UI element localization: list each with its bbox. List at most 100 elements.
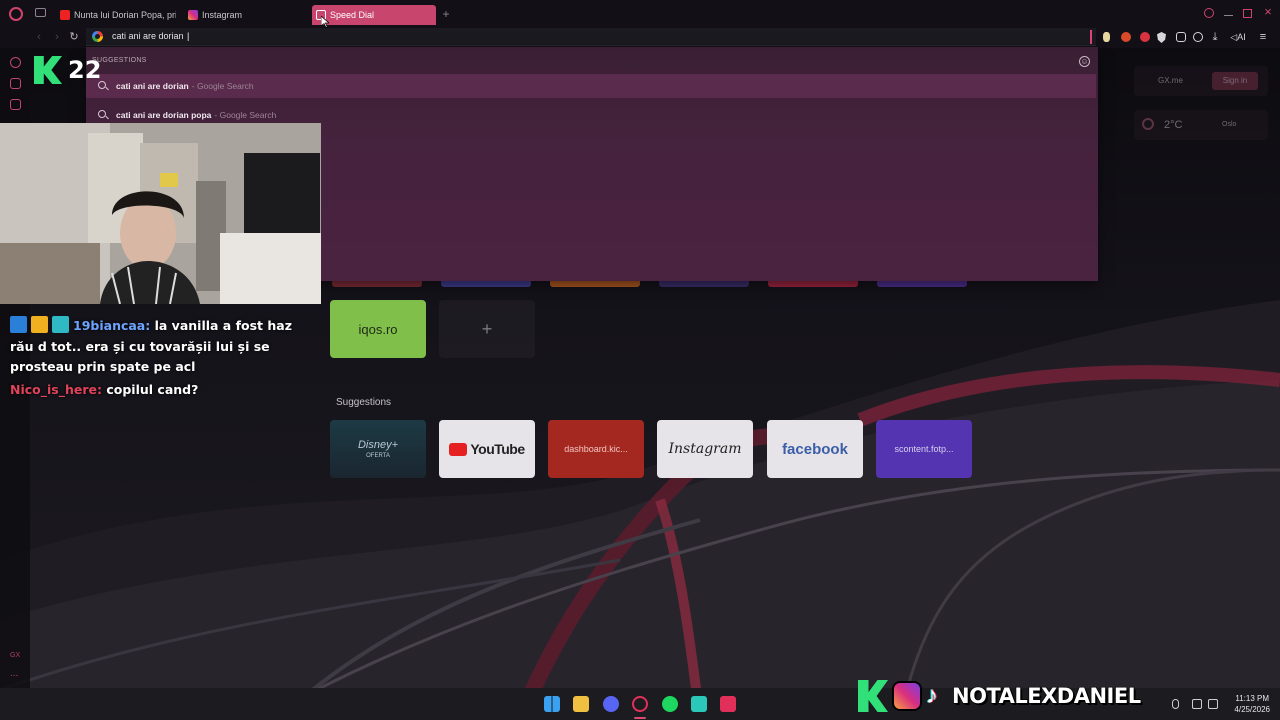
extension-icon[interactable] bbox=[1176, 32, 1186, 42]
speed-dial-tile-iqos[interactable]: iqos.ro bbox=[330, 300, 426, 358]
tile-label: YouTube bbox=[470, 441, 525, 457]
discord-icon[interactable] bbox=[603, 696, 619, 712]
network-icon[interactable] bbox=[1192, 699, 1202, 709]
chat-username: 19biancaa: bbox=[73, 318, 151, 333]
crown-badge-icon bbox=[31, 316, 48, 333]
sidebar-more-button[interactable]: ... bbox=[10, 668, 18, 679]
sidebar-twitch-icon[interactable] bbox=[10, 99, 21, 110]
tab-speed-dial[interactable]: Speed Dial bbox=[312, 5, 436, 25]
city: Oslo bbox=[1222, 121, 1237, 128]
speed-dial-tile[interactable] bbox=[659, 281, 749, 287]
windows-start-icon[interactable] bbox=[544, 696, 560, 712]
youtube-icon bbox=[60, 10, 70, 20]
new-tab-button[interactable]: + bbox=[440, 7, 452, 21]
temperature: 2°C bbox=[1164, 119, 1183, 131]
speed-dial-tile[interactable] bbox=[441, 281, 531, 287]
suggested-tile-facebook[interactable]: facebook bbox=[767, 420, 863, 478]
volume-icon[interactable] bbox=[1208, 699, 1218, 709]
speed-dial-tile[interactable] bbox=[332, 281, 422, 287]
extension-icon[interactable] bbox=[1121, 32, 1131, 42]
tile-label: facebook bbox=[782, 440, 848, 458]
suggested-tile-disney[interactable]: Disney+ OFERTA bbox=[330, 420, 426, 478]
suggested-tile-instagram[interactable]: Instagram bbox=[657, 420, 753, 478]
suggestion-query: cati ani are dorian popa bbox=[116, 110, 212, 120]
youtube-icon bbox=[449, 442, 468, 456]
menu-icon[interactable]: ≡ bbox=[1258, 30, 1268, 44]
extension-icon[interactable] bbox=[1103, 32, 1110, 42]
tiktok-icon: ♪ bbox=[926, 682, 938, 709]
system-clock[interactable]: 11:13 PM 4/25/2026 bbox=[1234, 693, 1270, 715]
gx-me-label[interactable]: GX.me bbox=[1158, 76, 1183, 85]
sidebar-gx-label[interactable]: GX bbox=[10, 652, 20, 659]
sidebar-control-icon[interactable] bbox=[10, 57, 21, 68]
instagram-icon bbox=[188, 10, 198, 20]
suggestion-item[interactable]: cati ani are dorian - Google Search bbox=[86, 74, 1096, 98]
screen: Nunta lui Dorian Popa, pri Instagram Spe… bbox=[0, 0, 1280, 720]
microphone-icon[interactable] bbox=[1172, 699, 1179, 709]
suggestion-query: cati ani are dorian bbox=[116, 81, 189, 91]
tab-title: Instagram bbox=[202, 10, 243, 20]
stream-chat: 19biancaa: la vanilla a fost haz rău d t… bbox=[10, 316, 315, 400]
stream-logo: 22 bbox=[34, 56, 101, 84]
search-tabs-icon[interactable] bbox=[1204, 8, 1214, 18]
suggestion-source: - Google Search bbox=[214, 110, 277, 120]
tile-label: iqos.ro bbox=[358, 321, 398, 337]
speed-dial-tile[interactable] bbox=[550, 281, 640, 287]
chat-text: copilul cand? bbox=[106, 381, 199, 397]
emoji-icon[interactable]: ☺ bbox=[1079, 56, 1090, 67]
close-icon[interactable]: × bbox=[1262, 5, 1274, 19]
tab-title: Nunta lui Dorian Popa, pri bbox=[74, 10, 176, 20]
webcam-image bbox=[0, 123, 321, 304]
tab-title: Speed Dial bbox=[330, 10, 375, 20]
sidebar-store-icon[interactable] bbox=[10, 78, 21, 89]
gx-account-widget: GX.me Sign in bbox=[1134, 66, 1268, 96]
tab-instagram[interactable]: Instagram bbox=[184, 5, 304, 25]
subscriber-badge-icon bbox=[52, 316, 69, 333]
speed-dial-tile[interactable] bbox=[768, 281, 858, 287]
speed-dial-tile[interactable] bbox=[877, 281, 967, 287]
reload-icon[interactable]: ↻ bbox=[68, 30, 80, 44]
chat-username: Nico_is_here: bbox=[10, 381, 102, 397]
back-icon[interactable]: ‹ bbox=[34, 30, 44, 44]
opera-gx-icon[interactable] bbox=[632, 696, 648, 712]
tile-label: Instagram bbox=[668, 441, 742, 457]
suggested-tile-dashboard[interactable]: dashboard.kic... bbox=[548, 420, 644, 478]
tile-sublabel: OFERTA bbox=[366, 453, 390, 459]
suggested-tile-scontent[interactable]: scontent.fotp... bbox=[876, 420, 972, 478]
file-explorer-icon[interactable] bbox=[573, 696, 589, 712]
address-input[interactable]: cati ani are dorian bbox=[112, 31, 189, 41]
add-speed-dial-button[interactable]: + bbox=[439, 300, 535, 358]
shield-icon[interactable] bbox=[1157, 32, 1166, 43]
sign-in-button[interactable]: Sign in bbox=[1212, 72, 1258, 90]
add-icon: + bbox=[481, 318, 493, 339]
mouse-cursor-icon bbox=[321, 16, 329, 28]
app-icon[interactable] bbox=[691, 696, 707, 712]
tab-youtube[interactable]: Nunta lui Dorian Popa, pri bbox=[56, 5, 176, 25]
social-handle: NOTALEXDANIEL bbox=[951, 683, 1141, 708]
weather-icon bbox=[1142, 118, 1154, 130]
tab-menu-icon[interactable] bbox=[35, 8, 46, 17]
forward-icon[interactable]: › bbox=[52, 30, 62, 44]
clock-time: 11:13 PM bbox=[1235, 694, 1270, 703]
suggestion-source: - Google Search bbox=[191, 81, 254, 91]
suggested-tile-youtube[interactable]: YouTube bbox=[439, 420, 535, 478]
search-icon bbox=[98, 110, 106, 118]
clock-date: 4/25/2026 bbox=[1234, 705, 1270, 714]
restore-icon[interactable] bbox=[1243, 9, 1252, 18]
capcut-icon[interactable] bbox=[720, 696, 736, 712]
kick-logo-icon bbox=[858, 680, 888, 712]
kick-logo-icon bbox=[34, 56, 62, 84]
opera-gx-logo-icon[interactable] bbox=[9, 7, 23, 21]
extension-icon[interactable] bbox=[1140, 32, 1150, 42]
address-bar[interactable]: cati ani are dorian bbox=[86, 28, 1096, 46]
social-overlay: ♪ NOTALEXDANIEL bbox=[858, 679, 1166, 713]
ai-icon[interactable]: ◁AI bbox=[1228, 30, 1248, 44]
spotify-icon[interactable] bbox=[662, 696, 678, 712]
tab-bar: Nunta lui Dorian Popa, pri Instagram Spe… bbox=[0, 0, 1280, 28]
tile-label: Disney+ bbox=[357, 439, 399, 451]
profile-icon[interactable] bbox=[1193, 32, 1203, 42]
google-icon bbox=[92, 31, 103, 42]
minimize-icon[interactable] bbox=[1224, 15, 1233, 17]
address-bar-accent bbox=[1090, 30, 1092, 44]
download-icon[interactable]: ⤓ bbox=[1210, 30, 1220, 44]
